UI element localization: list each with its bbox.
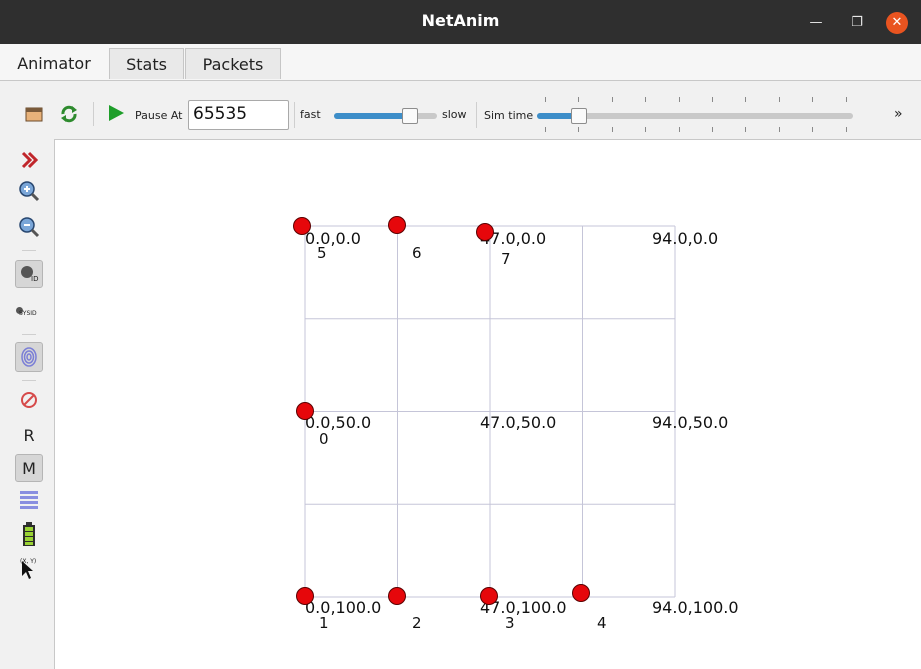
sidebar-separator (22, 250, 36, 251)
grid-coordinate-label: 94.0,0.0 (652, 229, 719, 248)
sim-time-tick (611, 97, 613, 102)
node-id-label: 5 (317, 244, 327, 262)
sim-time-tick (745, 127, 747, 132)
speed-slider-fill (334, 113, 410, 119)
network-node[interactable] (296, 587, 314, 605)
window-title: NetAnim (421, 11, 500, 30)
battery-icon[interactable] (15, 520, 43, 548)
sysid-label: SYSID (19, 310, 37, 317)
network-node[interactable] (388, 587, 406, 605)
sim-time-tick (812, 97, 814, 102)
speed-slider-handle[interactable] (402, 108, 419, 124)
tab-packets[interactable]: Packets (185, 48, 281, 79)
tab-bar: Animator Stats Packets (0, 44, 921, 81)
fingerprint-icon (21, 347, 37, 367)
grid-coordinate-label: 94.0,100.0 (652, 598, 739, 617)
sim-time-slider-handle[interactable] (571, 108, 588, 124)
play-icon[interactable] (105, 102, 127, 124)
svg-text:ID: ID (31, 275, 38, 283)
speed-slider[interactable] (334, 108, 437, 124)
sim-time-tick (611, 127, 613, 132)
cursor-icon (22, 561, 33, 579)
toolbar-separator (93, 102, 94, 126)
pause-at-input[interactable]: 65535 (188, 100, 289, 130)
sidebar-separator (22, 334, 36, 335)
sim-time-tick (578, 97, 580, 102)
sim-time-tick (745, 97, 747, 102)
toolbar-separator (294, 102, 295, 128)
grid-coordinate-label: 47.0,50.0 (480, 413, 557, 432)
network-node[interactable] (572, 584, 590, 602)
node-id-label: 3 (505, 614, 515, 632)
toolbar-separator (476, 102, 477, 128)
minimize-icon[interactable]: — (805, 12, 827, 34)
tab-stats[interactable]: Stats (109, 48, 184, 79)
pause-at-label: Pause At (135, 109, 183, 122)
show-node-id-toggle[interactable]: ID (15, 260, 43, 288)
network-node[interactable] (296, 402, 314, 420)
show-sysid-toggle[interactable]: SYSID (13, 298, 45, 326)
network-node[interactable] (388, 216, 406, 234)
sim-time-tick (845, 97, 847, 102)
toolbar-overflow-icon[interactable]: » (894, 106, 903, 122)
sim-time-tick (678, 127, 680, 132)
chevron-right-icon[interactable] (15, 146, 43, 174)
network-node[interactable] (293, 217, 311, 235)
node-id-label: 4 (597, 614, 607, 632)
sim-time-tick (712, 97, 713, 102)
node-id-label: 1 (319, 614, 329, 632)
sim-time-tick (712, 127, 713, 132)
zoom-in-icon[interactable] (15, 178, 43, 206)
list-icon[interactable] (15, 486, 43, 514)
sidebar-separator (22, 380, 36, 381)
m-button[interactable]: M (15, 454, 43, 482)
sim-time-label: Sim time (484, 109, 534, 122)
node-id-label: 0 (319, 430, 329, 448)
tab-animator[interactable]: Animator (2, 47, 106, 80)
sim-time-tick (645, 127, 647, 132)
open-file-icon[interactable] (23, 103, 45, 125)
grid-coordinate-label: 0.0,0.0 (305, 229, 361, 248)
sim-time-tick (645, 97, 647, 102)
animation-canvas[interactable]: 0.0,0.0 47.0,0.0 94.0,0.0 0.0,50.0 47.0,50.0… (54, 139, 921, 669)
sim-time-tick (778, 97, 780, 102)
grid-coordinate-label: 0.0,100.0 (305, 598, 382, 617)
network-node[interactable] (476, 223, 494, 241)
toolbar: Pause At 65535 fast slow Sim time » (0, 82, 921, 138)
sim-time-tick (812, 127, 814, 132)
sim-time-tick (778, 127, 780, 132)
r-button[interactable]: R (15, 422, 43, 450)
sim-time-tick (845, 127, 847, 132)
node-id-label: 2 (412, 614, 422, 632)
reload-icon[interactable] (58, 103, 80, 125)
slow-label: slow (442, 108, 467, 121)
sim-time-tick (545, 127, 546, 132)
fingerprint-toggle[interactable] (15, 342, 43, 372)
zoom-out-icon[interactable] (15, 214, 43, 242)
fast-label: fast (300, 108, 321, 121)
grid-coordinate-label: 94.0,50.0 (652, 413, 729, 432)
node-id-icon: ID (21, 266, 38, 283)
maximize-icon[interactable]: ❐ (846, 12, 868, 34)
sim-time-tick (678, 97, 680, 102)
grid-coordinate-label: 0.0,50.0 (305, 413, 372, 432)
node-id-label: 7 (501, 250, 511, 268)
side-toolbar: ID SYSID R M (X, Y) (0, 140, 54, 668)
node-id-label: 6 (412, 244, 422, 262)
sim-time-tick (578, 127, 580, 132)
sim-time-slider[interactable] (537, 108, 853, 124)
close-icon[interactable]: ✕ (886, 12, 908, 34)
mouse-position-toggle[interactable]: (X, Y) (15, 554, 43, 586)
network-node[interactable] (480, 587, 498, 605)
title-bar: NetAnim — ❐ ✕ (0, 0, 921, 44)
blocked-icon[interactable] (15, 386, 43, 414)
sim-time-tick (545, 97, 546, 102)
